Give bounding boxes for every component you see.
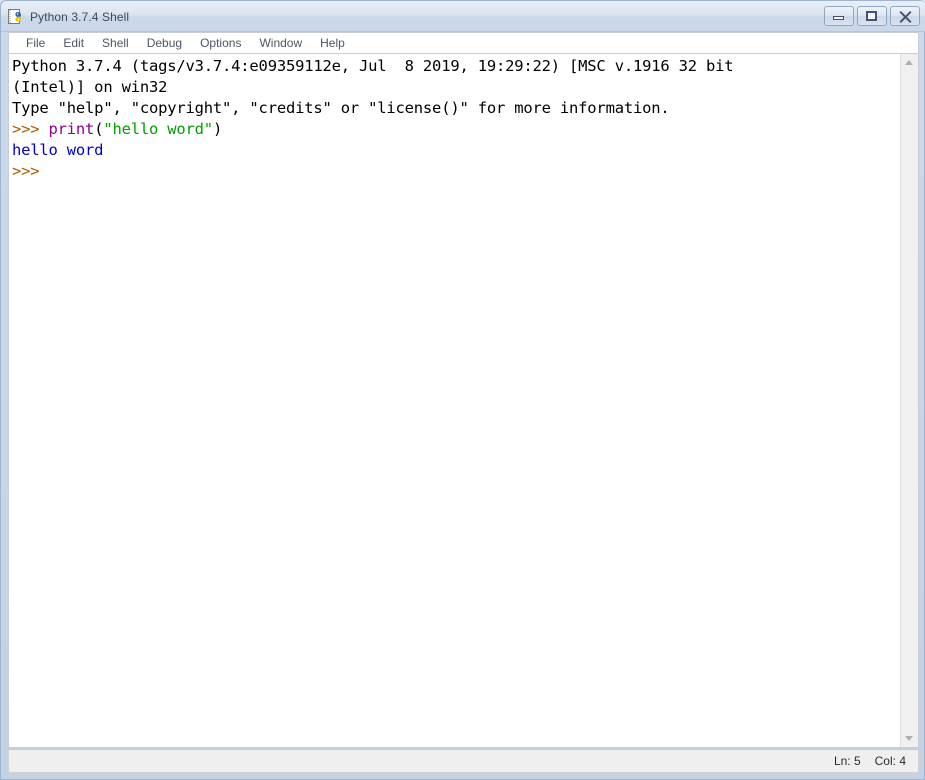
vertical-scrollbar[interactable] (900, 54, 918, 747)
scroll-down-button[interactable] (901, 730, 918, 747)
maximize-button[interactable] (857, 6, 887, 26)
menu-item-debug[interactable]: Debug (138, 34, 191, 53)
code-token: ) (212, 120, 223, 138)
shell-output-text[interactable]: Python 3.7.4 (tags/v3.7.4:e09359112e, Ju… (9, 54, 900, 747)
code-token: (Intel)] on win32 (12, 78, 168, 96)
banner-line-2: (Intel)] on win32 (12, 77, 900, 98)
menu-item-shell[interactable]: Shell (93, 34, 138, 53)
title-bar-left-group: Python 3.7.4 Shell (8, 6, 129, 27)
input-line-1: >>> print("hello word") (12, 119, 900, 140)
code-token: ( (94, 120, 104, 138)
code-token: >>> (12, 162, 49, 180)
idle-shell-window: Python 3.7.4 Shell File Edit Shell Debug… (0, 0, 925, 780)
shell-text-area-wrapper: Python 3.7.4 (tags/v3.7.4:e09359112e, Ju… (8, 53, 919, 748)
code-token: Type "help", "copyright", "credits" or "… (12, 99, 670, 117)
window-controls (824, 6, 920, 26)
code-token: print (48, 120, 95, 138)
output-line-1: hello word (12, 140, 900, 161)
banner-line-3: Type "help", "copyright", "credits" or "… (12, 98, 900, 119)
chevron-down-icon (905, 736, 913, 741)
title-bar[interactable]: Python 3.7.4 Shell (1, 1, 925, 32)
banner-line-1: Python 3.7.4 (tags/v3.7.4:e09359112e, Ju… (12, 56, 900, 77)
input-line-2: >>> (12, 161, 900, 182)
code-token: >>> (12, 120, 49, 138)
code-token: hello word (12, 141, 104, 159)
menu-item-file[interactable]: File (17, 34, 54, 53)
code-token: "hello word" (103, 120, 213, 138)
window-title: Python 3.7.4 Shell (30, 9, 130, 24)
menu-bar: File Edit Shell Debug Options Window Hel… (8, 32, 919, 53)
status-line-indicator: Ln: 5 (833, 754, 861, 768)
chevron-up-icon (905, 60, 913, 65)
minimize-button[interactable] (824, 6, 854, 26)
scroll-up-button[interactable] (901, 54, 918, 71)
status-bar: Ln: 5 Col: 4 (8, 749, 919, 773)
close-button[interactable] (890, 6, 920, 26)
menu-item-options[interactable]: Options (191, 34, 250, 53)
status-col-indicator: Col: 4 (874, 754, 906, 768)
menu-item-help[interactable]: Help (311, 34, 354, 53)
code-token: Python 3.7.4 (tags/v3.7.4:e09359112e, Ju… (12, 57, 734, 75)
python-idle-icon (8, 8, 24, 25)
menu-item-edit[interactable]: Edit (54, 34, 93, 53)
menu-item-window[interactable]: Window (250, 34, 311, 53)
